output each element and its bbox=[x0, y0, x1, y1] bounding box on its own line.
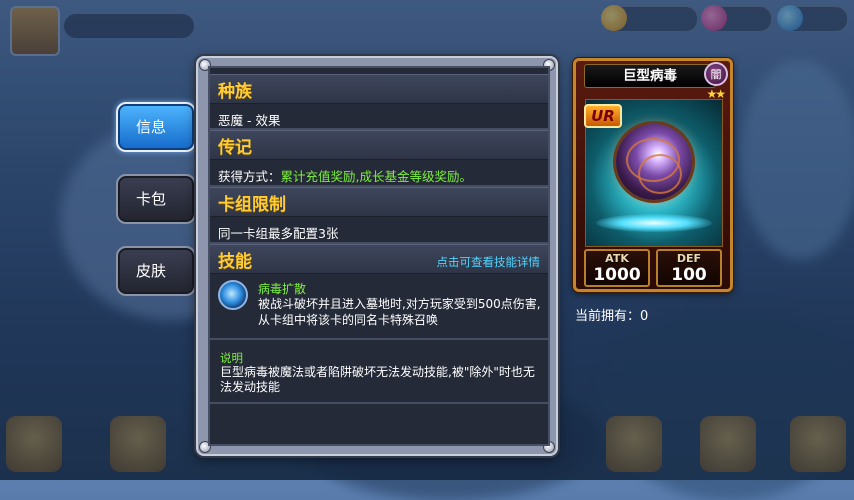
section-bio-title: 传记 bbox=[218, 138, 252, 158]
section-deck-limit-header: 卡组限制 bbox=[210, 187, 548, 217]
bio-prefix: 获得方式： bbox=[218, 169, 281, 184]
virus-orb-image bbox=[616, 124, 692, 200]
owned-label: 当前拥有： bbox=[575, 309, 641, 324]
tab-skin[interactable]: 皮肤 bbox=[116, 246, 196, 296]
owned-count-text: 当前拥有：0 bbox=[575, 305, 648, 324]
divider bbox=[210, 338, 548, 340]
section-skill-header: 技能 点击可查看技能详情 bbox=[210, 244, 548, 274]
star-rating-icon: ★★ bbox=[706, 87, 725, 101]
note-text: 巨型病毒被魔法或者陷阱破坏无法发动技能,被"除外"时也无法发动技能 bbox=[220, 365, 535, 394]
def-value: 100 bbox=[671, 265, 707, 285]
monster-card[interactable]: 巨型病毒 闇 UR ★★ ATK 1000 DEF 100 bbox=[573, 58, 733, 292]
info-scroll-area[interactable]: 种族 恶魔 - 效果 传记 获得方式：累计充值奖励,成长基金等级奖励。 卡组限制… bbox=[208, 66, 550, 446]
section-deck-limit-title: 卡组限制 bbox=[218, 195, 286, 215]
atk-box: ATK 1000 bbox=[584, 249, 650, 287]
card-info-panel: 种族 恶魔 - 效果 传记 获得方式：累计充值奖励,成长基金等级奖励。 卡组限制… bbox=[196, 56, 558, 456]
section-race-header: 种族 bbox=[210, 74, 548, 104]
orb-vein bbox=[638, 154, 682, 194]
atk-label: ATK bbox=[605, 252, 629, 265]
section-bio-header: 传记 bbox=[210, 130, 548, 160]
bio-text: 获得方式：累计充值奖励,成长基金等级奖励。 bbox=[218, 166, 472, 185]
dark-attribute-icon: 闇 bbox=[704, 62, 728, 86]
bio-highlight: 累计充值奖励,成长基金等级奖励。 bbox=[280, 169, 472, 184]
owned-count: 0 bbox=[640, 309, 649, 324]
virus-skill-icon[interactable] bbox=[218, 280, 248, 310]
rarity-badge: UR bbox=[584, 104, 622, 128]
section-skill-title: 技能 bbox=[218, 252, 252, 272]
section-race-title: 种族 bbox=[218, 82, 252, 102]
atk-value: 1000 bbox=[593, 265, 641, 285]
skill-detail-link[interactable]: 点击可查看技能详情 bbox=[437, 254, 541, 270]
tab-info[interactable]: 信息 bbox=[116, 102, 196, 152]
card-name: 巨型病毒 bbox=[584, 64, 716, 88]
deck-limit-text: 同一卡组最多配置3张 bbox=[218, 226, 339, 241]
note-title: 说明 bbox=[220, 351, 243, 365]
def-box: DEF 100 bbox=[656, 249, 722, 287]
def-label: DEF bbox=[676, 252, 702, 265]
race-text: 恶魔 - 效果 bbox=[218, 113, 281, 128]
splash-effect bbox=[596, 214, 712, 232]
skill-description: 被战斗破坏并且进入墓地时,对方玩家受到500点伤害,从卡组中将该卡的同名卡特殊召… bbox=[258, 297, 541, 327]
tab-card-pack[interactable]: 卡包 bbox=[116, 174, 196, 224]
skill-name: 病毒扩散 bbox=[258, 282, 307, 296]
divider bbox=[210, 402, 548, 404]
